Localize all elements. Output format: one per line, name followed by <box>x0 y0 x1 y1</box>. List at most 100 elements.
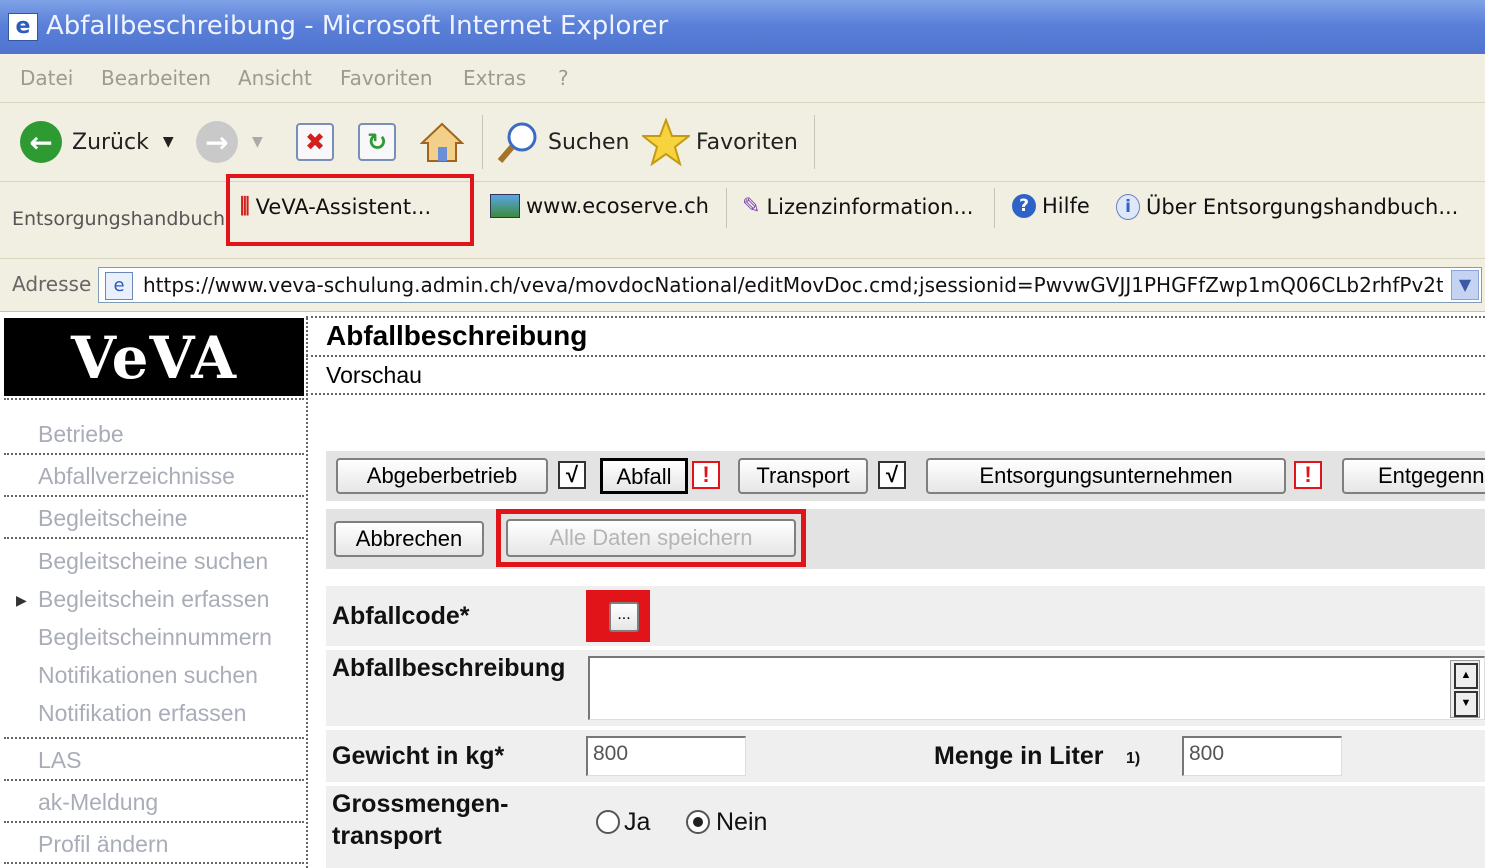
tab-transport[interactable]: Transport <box>738 458 868 494</box>
webpage-icon <box>490 194 520 218</box>
check-icon: √ <box>878 461 906 489</box>
tab-abfall[interactable]: Abfall <box>600 458 688 494</box>
textarea-scrollbar[interactable]: ▲ ▼ <box>1450 660 1480 718</box>
address-bar: Adresse e https://www.veva-schulung.admi… <box>0 259 1485 312</box>
tab-entgegennahme[interactable]: Entgegenn <box>1342 458 1485 494</box>
grossmengen-label-2: transport <box>332 822 442 850</box>
info-icon: i <box>1116 194 1140 220</box>
ie-page-icon: e <box>8 13 38 41</box>
sidebar-subitem-begleitschein-erfassen[interactable]: Begleitschein erfassen <box>38 586 269 613</box>
home-button[interactable] <box>420 117 464 167</box>
dotted-divider <box>4 398 304 400</box>
dotted-divider <box>4 737 304 739</box>
abfallbeschreibung-label: Abfallbeschreibung <box>332 654 566 682</box>
address-field[interactable]: e https://www.veva-schulung.admin.ch/vev… <box>98 267 1482 303</box>
refresh-button[interactable]: ↻ <box>358 117 396 167</box>
menge-label: Menge in Liter <box>934 742 1104 770</box>
dotted-divider <box>306 393 1485 395</box>
veva-logo: VeVA <box>4 318 304 396</box>
sidebar-subitem-notifikationen-suchen[interactable]: Notifikationen suchen <box>38 662 258 689</box>
grossmengen-ja-radio[interactable] <box>596 810 620 834</box>
sidebar-item-ak-meldung[interactable]: ak-Meldung <box>38 789 158 816</box>
form-row-bg <box>326 586 1485 646</box>
address-url: https://www.veva-schulung.admin.ch/veva/… <box>143 273 1443 297</box>
forward-button[interactable]: → ▼ <box>196 117 263 167</box>
tab-entsorgungsunternehmen[interactable]: Entsorgungsunternehmen <box>926 458 1286 494</box>
search-button[interactable]: Suchen <box>496 117 629 167</box>
link-hilfe[interactable]: ? Hilfe <box>1012 194 1090 218</box>
grossmengen-nein-radio[interactable] <box>686 810 710 834</box>
links-separator <box>726 188 727 228</box>
link-lizenzinformation[interactable]: ✎ Lizenzinformation... <box>742 194 973 219</box>
chevron-down-icon[interactable]: ▼ <box>163 134 174 150</box>
sidebar-item-begleitscheine[interactable]: Begleitscheine <box>38 505 188 532</box>
grossmengen-ja-label: Ja <box>624 808 651 836</box>
sidebar-item-abfallverzeichnisse[interactable]: Abfallverzeichnisse <box>38 463 235 490</box>
gewicht-label: Gewicht in kg* <box>332 742 505 770</box>
menu-help[interactable]: ? <box>558 66 569 90</box>
abfallcode-label: Abfallcode* <box>332 602 470 630</box>
link-ueber-entsorgungshandbuch[interactable]: i Über Entsorgungshandbuch... <box>1116 194 1458 220</box>
save-all-button[interactable]: Alle Daten speichern <box>506 519 796 557</box>
dotted-divider <box>4 453 304 455</box>
action-row: Abbrechen Alle Daten speichern <box>326 509 1485 569</box>
toolbar-separator <box>482 115 483 169</box>
link-ecoserve[interactable]: www.ecoserve.ch <box>490 194 709 218</box>
warning-icon: ! <box>692 461 720 489</box>
sidebar-item-profil-aendern[interactable]: Profil ändern <box>38 831 168 858</box>
sidebar-subitem-begleitscheine-suchen[interactable]: Begleitscheine suchen <box>38 548 268 575</box>
refresh-icon: ↻ <box>358 123 396 161</box>
menu-ansicht[interactable]: Ansicht <box>238 66 312 90</box>
back-label: Zurück <box>72 129 149 155</box>
dotted-divider <box>4 821 304 823</box>
help-icon: ? <box>1012 194 1036 218</box>
favorites-label: Favoriten <box>696 129 798 155</box>
veva-assistent-highlight <box>226 174 474 246</box>
warning-icon: ! <box>1294 461 1322 489</box>
scroll-up-icon[interactable]: ▲ <box>1454 663 1478 689</box>
sidebar-subitem-notifikation-erfassen[interactable]: Notifikation erfassen <box>38 700 246 727</box>
current-item-arrow-icon: ▶ <box>16 592 27 608</box>
dotted-divider <box>4 537 304 539</box>
dotted-divider <box>306 318 308 868</box>
back-button[interactable]: ← Zurück ▼ <box>20 117 174 167</box>
dotted-divider <box>306 316 1485 318</box>
cancel-button[interactable]: Abbrechen <box>334 521 484 557</box>
dotted-divider <box>4 862 304 864</box>
menu-favoriten[interactable]: Favoriten <box>340 66 433 90</box>
chevron-down-icon[interactable]: ▼ <box>252 134 263 150</box>
gewicht-input[interactable]: 800 <box>586 736 746 776</box>
link-label: Lizenzinformation... <box>766 194 974 219</box>
stop-button[interactable]: ✖ <box>296 117 334 167</box>
dotted-divider <box>306 355 1485 357</box>
menge-footnote: 1) <box>1126 750 1141 767</box>
stop-icon: ✖ <box>296 123 334 161</box>
check-icon: √ <box>558 461 586 489</box>
sidebar-subitem-begleitscheinnummern[interactable]: Begleitscheinnummern <box>38 624 272 651</box>
chevron-down-icon[interactable]: ▼ <box>1451 270 1479 300</box>
links-bar: Entsorgungshandbuch ⫼ VeVA-Assistent... … <box>0 174 1485 259</box>
grossmengen-label-1: Grossmengen- <box>332 790 509 818</box>
links-separator <box>994 188 995 228</box>
page-icon: e <box>105 272 133 300</box>
page-title: Abfallbeschreibung <box>326 320 588 351</box>
menu-datei[interactable]: Datei <box>20 66 73 90</box>
link-label: www.ecoserve.ch <box>526 194 709 218</box>
menge-input[interactable]: 800 <box>1182 736 1342 776</box>
abfallcode-select-button[interactable]: ... <box>609 602 639 632</box>
page-subtitle: Vorschau <box>326 362 422 388</box>
menu-bearbeiten[interactable]: Bearbeiten <box>101 66 211 90</box>
sidebar-item-las[interactable]: LAS <box>38 747 81 774</box>
sidebar-item-betriebe[interactable]: Betriebe <box>38 421 124 448</box>
scroll-down-icon[interactable]: ▼ <box>1454 691 1478 717</box>
grossmengen-nein-label: Nein <box>716 808 768 836</box>
toolbar-separator <box>814 115 815 169</box>
star-icon <box>642 118 690 166</box>
window-title: Abfallbeschreibung - Microsoft Internet … <box>46 11 669 41</box>
tab-abgeberbetrieb[interactable]: Abgeberbetrieb <box>336 458 548 494</box>
menu-extras[interactable]: Extras <box>463 66 526 90</box>
pen-icon: ✎ <box>742 194 761 219</box>
favorites-button[interactable]: Favoriten <box>642 117 798 167</box>
dotted-divider <box>4 495 304 497</box>
abfallbeschreibung-textarea[interactable] <box>588 656 1485 720</box>
